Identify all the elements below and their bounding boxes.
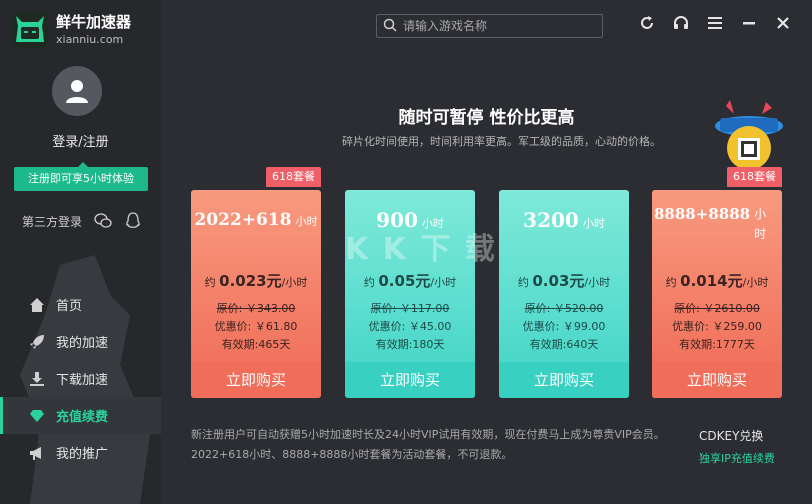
window-controls [622,14,792,32]
sidebar-item-label: 下载加速 [56,373,109,388]
plan-unit-price-suffix: /小时 [281,276,308,289]
plan-details: 原价: ￥343.00 优惠价: ￥61.80 有效期:465天 [191,300,321,354]
plan-title: 3200 小时 [499,208,629,232]
footer-note-line: 新注册用户可自动获赠5小时加速时长及24小时VIP试用有效期，现在付费马上成为尊… [191,428,665,441]
app-name: 鲜牛加速器 [56,13,132,31]
sidebar-item-download-boost[interactable]: 下载加速 [0,360,161,397]
plan-tag: 618套餐 [727,167,782,187]
cdkey-redeem-link[interactable]: CDKEY兑换 [699,427,763,444]
plan-validity: 有效期:1777天 [679,338,755,351]
buy-now-button[interactable]: 立即购买 [652,362,782,398]
plan-unit-price: 约 0.014元/小时 [652,270,782,291]
diamond-icon [28,407,46,425]
close-icon[interactable] [774,14,792,32]
plan-card: 618套餐 2022+618 小时 约 0.023元/小时 原价: ￥343.00… [191,167,321,398]
buy-now-button[interactable]: 立即购买 [499,362,629,398]
plan-details: 原价: ￥117.00 优惠价: ￥45.00 有效期:180天 [345,300,475,354]
plan-unit: 小时 [582,217,605,230]
search-bar[interactable] [376,14,603,38]
minimize-icon[interactable] [740,14,758,32]
plan-validity: 有效期:180天 [375,338,445,351]
plan-hours: 3200 [523,208,579,232]
plan-card: 900 小时 约 0.05元/小时 原价: ￥117.00 优惠价: ￥45.00… [345,190,475,398]
plan-hours: 8888+8888 [654,205,751,223]
rocket-icon [28,333,46,351]
watermark: K K 下 载 [345,232,497,267]
megaphone-icon [28,444,46,462]
sidebar-item-my-boost[interactable]: 我的加速 [0,323,161,360]
exclusive-ip-recharge-link[interactable]: 独享IP充值续费 [699,450,775,466]
avatar[interactable] [52,66,102,116]
sidebar-item-label: 我的推广 [56,447,109,462]
plan-unit: 小时 [295,215,318,228]
plan-unit-price-suffix: /小时 [742,276,769,289]
plan-card: 618套餐 8888+8888 小时 约 0.014元/小时 原价: ￥2610.… [652,167,782,398]
download-icon [28,370,46,388]
plan-unit-price-value: 0.023元 [219,272,282,290]
plan-title: 2022+618 小时 [191,210,321,230]
plan-title: 8888+8888 小时 [652,204,780,244]
plan-original-price: 原价: ￥2610.00 [674,302,760,315]
footer-note-line: 2022+618小时、8888+8888小时套餐为活动套餐，不可退款。 [191,448,513,461]
plan-sale-price: 优惠价: ￥61.80 [214,320,298,333]
menu-icon[interactable] [706,14,724,32]
plan-unit-price-prefix: 约 [204,276,216,289]
qq-icon[interactable] [124,212,142,230]
sidebar-item-label: 我的加速 [56,336,109,351]
sidebar-item-home[interactable]: 首页 [0,286,161,323]
login-register-link[interactable]: 登录/注册 [0,131,161,150]
plan-unit-price-value: 0.05元 [378,272,431,290]
search-input[interactable] [403,19,593,33]
plan-details: 原价: ￥2610.00 优惠价: ￥259.00 有效期:1777天 [652,300,782,354]
plan-unit-price: 约 0.023元/小时 [191,270,321,291]
plan-details: 原价: ￥520.00 优惠价: ￥99.00 有效期:640天 [499,300,629,354]
third-party-login: 第三方登录 [22,212,142,230]
plan-sale-price: 优惠价: ￥259.00 [672,320,762,333]
buy-now-button[interactable]: 立即购买 [191,362,321,398]
buy-now-button[interactable]: 立即购买 [345,362,475,398]
plan-sale-price: 优惠价: ￥45.00 [368,320,452,333]
plan-sale-price: 优惠价: ￥99.00 [522,320,606,333]
footer-note: 新注册用户可自动获赠5小时加速时长及24小时VIP试用有效期，现在付费马上成为尊… [191,427,681,463]
plan-unit-price-suffix: /小时 [584,276,611,289]
plan-unit-price: 约 0.05元/小时 [345,270,475,291]
sidebar-item-promotion[interactable]: 我的推广 [0,434,161,471]
plan-unit-price: 约 0.03元/小时 [499,270,629,291]
plan-tag: 618套餐 [266,167,321,187]
sidebar-nav: 首页 我的加速 下载加速 充值续费 我的推广 [0,286,161,471]
user-icon [66,80,88,103]
trial-badge: 注册即可享5小时体验 [14,162,148,191]
plan-unit-price-prefix: 约 [517,276,529,289]
plan-unit: 小时 [754,207,767,241]
plan-unit-price-value: 0.03元 [532,272,585,290]
sidebar-item-recharge[interactable]: 充值续费 [0,397,161,434]
plan-unit-price-prefix: 约 [363,276,375,289]
brand: 鲜牛加速器 xianniu.com [12,12,131,48]
plan-card: 3200 小时 约 0.03元/小时 原价: ￥520.00 优惠价: ￥99.0… [499,190,629,398]
sidebar-item-label: 首页 [56,299,83,314]
plan-validity: 有效期:640天 [529,338,599,351]
plan-unit-price-prefix: 约 [665,276,677,289]
plan-unit-price-value: 0.014元 [680,272,743,290]
wechat-icon[interactable] [94,212,112,230]
app-domain: xianniu.com [56,33,124,46]
plan-unit-price-suffix: /小时 [430,276,457,289]
refresh-icon[interactable] [638,14,656,32]
plan-validity: 有效期:465天 [221,338,291,351]
search-icon [383,17,397,36]
app-logo-icon [12,12,48,48]
plan-original-price: 原价: ￥343.00 [216,302,296,315]
sidebar: 鲜牛加速器 xianniu.com 登录/注册 注册即可享5小时体验 第三方登录… [0,0,161,504]
plan-original-price: 原价: ￥117.00 [370,302,450,315]
headset-icon[interactable] [672,14,690,32]
sidebar-item-label: 充值续费 [56,410,109,425]
third-party-label: 第三方登录 [22,214,83,229]
home-icon [28,296,46,314]
plan-original-price: 原价: ￥520.00 [524,302,604,315]
plan-hours: 2022+618 [194,210,292,230]
